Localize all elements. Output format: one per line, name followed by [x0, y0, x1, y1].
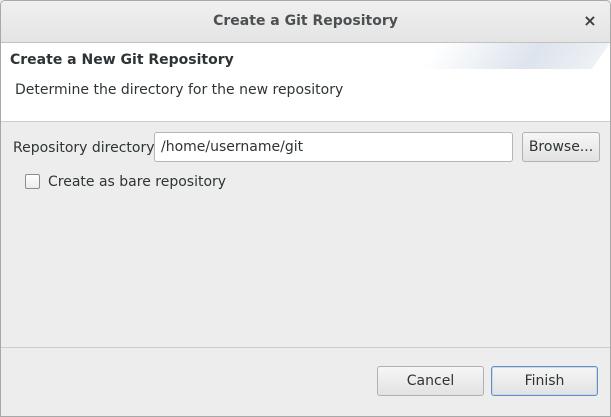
banner-title: Create a New Git Repository — [10, 52, 234, 68]
repository-directory-label: Repository directory: — [13, 140, 159, 156]
close-icon[interactable]: × — [580, 11, 600, 31]
browse-button[interactable]: Browse... — [522, 132, 600, 162]
repository-directory-input[interactable] — [154, 132, 513, 162]
bare-repository-label[interactable]: Create as bare repository — [48, 174, 226, 190]
wizard-banner: Create a New Git Repository Determine th… — [1, 43, 610, 122]
finish-button[interactable]: Finish — [491, 366, 598, 396]
bare-repository-checkbox[interactable] — [25, 174, 40, 189]
cancel-button[interactable]: Cancel — [377, 366, 484, 396]
window-title: Create a Git Repository — [213, 13, 398, 29]
dialog-footer: Cancel Finish — [1, 348, 610, 416]
form-content: Repository directory: Browse... Create a… — [1, 122, 610, 347]
banner-description: Determine the directory for the new repo… — [15, 82, 344, 98]
git-repository-dialog: Create a Git Repository × Create a New G… — [0, 0, 611, 417]
titlebar[interactable]: Create a Git Repository × — [1, 1, 610, 43]
banner-decoration — [421, 43, 610, 69]
